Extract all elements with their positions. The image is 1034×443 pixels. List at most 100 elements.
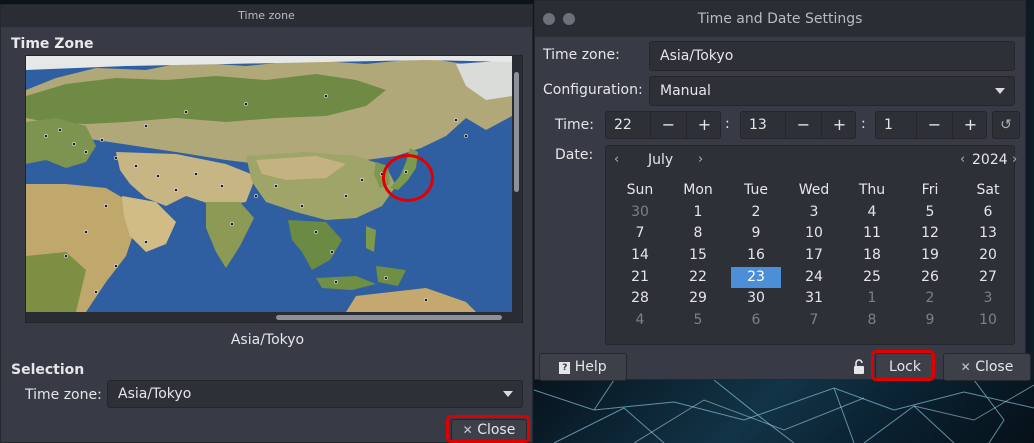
- time-separator: :: [725, 116, 730, 132]
- calendar-day[interactable]: 29: [669, 288, 727, 310]
- month-label: July: [648, 152, 674, 168]
- help-button[interactable]: ? Help: [539, 353, 627, 381]
- window-minimize-dot[interactable]: [563, 13, 575, 25]
- dropdown-arrow-icon: [503, 391, 513, 397]
- second-spinbox[interactable]: 1 − +: [875, 111, 987, 139]
- calendar-day[interactable]: 5: [901, 202, 959, 224]
- close-icon: ✕: [462, 423, 473, 437]
- calendar-day[interactable]: 11: [843, 223, 901, 245]
- second-increment-button[interactable]: +: [952, 112, 988, 138]
- close-button-label: Close: [975, 359, 1014, 375]
- timezone-field-value: Asia/Tokyo: [660, 48, 734, 64]
- calendar-day[interactable]: 6: [727, 310, 785, 332]
- help-button-label: Help: [574, 359, 607, 375]
- calendar-day[interactable]: 22: [669, 267, 727, 289]
- calendar-day-selected[interactable]: 23: [731, 266, 781, 289]
- reset-time-button[interactable]: ↺: [992, 111, 1020, 139]
- window-titlebar: Time and Date Settings: [535, 1, 1025, 37]
- next-month-button[interactable]: ›: [698, 152, 703, 167]
- close-icon: ✕: [960, 360, 971, 374]
- calendar-day[interactable]: 26: [901, 267, 959, 289]
- calendar-day[interactable]: 4: [611, 310, 669, 332]
- calendar-day[interactable]: 18: [843, 245, 901, 267]
- calendar-day[interactable]: 1: [843, 288, 901, 310]
- timezone-combobox-value: Asia/Tokyo: [118, 386, 192, 402]
- calendar-day[interactable]: 16: [727, 245, 785, 267]
- calendar: ‹ July › ‹ 2024 › Sun Mon Tue Wed Thu Fri Sat 3…: [605, 145, 1017, 345]
- calendar-day[interactable]: 20: [959, 245, 1017, 267]
- calendar-day[interactable]: 3: [785, 202, 843, 224]
- configuration-combobox[interactable]: Manual: [649, 76, 1015, 106]
- minute-value: 13: [749, 117, 767, 133]
- calendar-day[interactable]: 13: [959, 223, 1017, 245]
- timezone-field[interactable]: Asia/Tokyo: [649, 41, 1015, 71]
- close-button[interactable]: ✕ Close: [943, 353, 1031, 381]
- second-decrement-button[interactable]: −: [916, 112, 952, 138]
- time-date-settings-window: Time and Date Settings Time zone: Asia/T…: [534, 0, 1031, 381]
- calendar-day[interactable]: 9: [901, 310, 959, 332]
- calendar-day[interactable]: 30: [611, 202, 669, 224]
- hour-spinbox[interactable]: 22 − +: [605, 111, 721, 139]
- minute-increment-button[interactable]: +: [821, 112, 857, 138]
- calendar-day[interactable]: 31: [785, 288, 843, 310]
- timezone-window: Time zone Time Zone Asia/Tokyo Selection…: [0, 4, 533, 443]
- minute-spinbox[interactable]: 13 − +: [740, 111, 856, 139]
- timezone-label: Time zone:: [543, 47, 620, 63]
- next-year-button[interactable]: ›: [1012, 152, 1017, 167]
- lock-button[interactable]: Lock: [875, 353, 935, 381]
- minute-decrement-button[interactable]: −: [785, 112, 821, 138]
- window-title: Time and Date Settings: [697, 11, 863, 27]
- timezone-combobox[interactable]: Asia/Tokyo: [107, 380, 523, 408]
- calendar-day[interactable]: 28: [611, 288, 669, 310]
- calendar-day[interactable]: 5: [669, 310, 727, 332]
- weekday-header: Mon: [683, 182, 713, 198]
- configuration-value: Manual: [660, 83, 711, 99]
- calendar-day[interactable]: 1: [669, 202, 727, 224]
- window-close-dot[interactable]: [543, 13, 555, 25]
- calendar-day[interactable]: 3: [959, 288, 1017, 310]
- world-map[interactable]: [26, 56, 512, 312]
- calendar-day[interactable]: 10: [959, 310, 1017, 332]
- calendar-day[interactable]: 8: [669, 223, 727, 245]
- section-title: Time Zone: [11, 36, 94, 52]
- calendar-day[interactable]: 19: [901, 245, 959, 267]
- map-horizontal-scrollbar[interactable]: [276, 315, 502, 320]
- close-button[interactable]: ✕ Close: [451, 419, 527, 441]
- window-title: Time zone: [1, 5, 532, 27]
- calendar-day[interactable]: 8: [843, 310, 901, 332]
- weekday-header: Fri: [921, 182, 939, 198]
- calendar-day[interactable]: 10: [785, 223, 843, 245]
- calendar-day[interactable]: 15: [669, 245, 727, 267]
- calendar-day[interactable]: 2: [727, 202, 785, 224]
- map-vertical-scrollbar[interactable]: [514, 72, 519, 192]
- calendar-day[interactable]: 4: [843, 202, 901, 224]
- weekday-header: Sat: [976, 182, 1000, 198]
- calendar-day[interactable]: 25: [843, 267, 901, 289]
- calendar-day[interactable]: 7: [785, 310, 843, 332]
- calendar-day[interactable]: 6: [959, 202, 1017, 224]
- selection-title: Selection: [11, 362, 85, 378]
- calendar-day[interactable]: 17: [785, 245, 843, 267]
- map-selected-timezone: Asia/Tokyo: [230, 332, 305, 348]
- prev-year-button[interactable]: ‹: [960, 152, 965, 167]
- weekday-header: Wed: [798, 182, 830, 198]
- help-icon: ?: [559, 362, 571, 374]
- calendar-day[interactable]: 2: [901, 288, 959, 310]
- date-label: Date:: [555, 147, 594, 163]
- reset-icon: ↺: [1000, 117, 1012, 133]
- hour-decrement-button[interactable]: −: [650, 112, 686, 138]
- calendar-day[interactable]: 21: [611, 267, 669, 289]
- calendar-day[interactable]: 9: [727, 223, 785, 245]
- calendar-day[interactable]: 24: [785, 267, 843, 289]
- calendar-day[interactable]: 30: [727, 288, 785, 310]
- calendar-day[interactable]: 7: [611, 223, 669, 245]
- second-value: 1: [884, 117, 893, 133]
- close-button-label: Close: [477, 422, 516, 438]
- time-label: Time:: [555, 117, 594, 133]
- calendar-day[interactable]: 27: [959, 267, 1017, 289]
- calendar-day[interactable]: 14: [611, 245, 669, 267]
- prev-month-button[interactable]: ‹: [614, 152, 619, 167]
- calendar-day[interactable]: 12: [901, 223, 959, 245]
- weekday-header: Sun: [626, 182, 654, 198]
- hour-increment-button[interactable]: +: [686, 112, 722, 138]
